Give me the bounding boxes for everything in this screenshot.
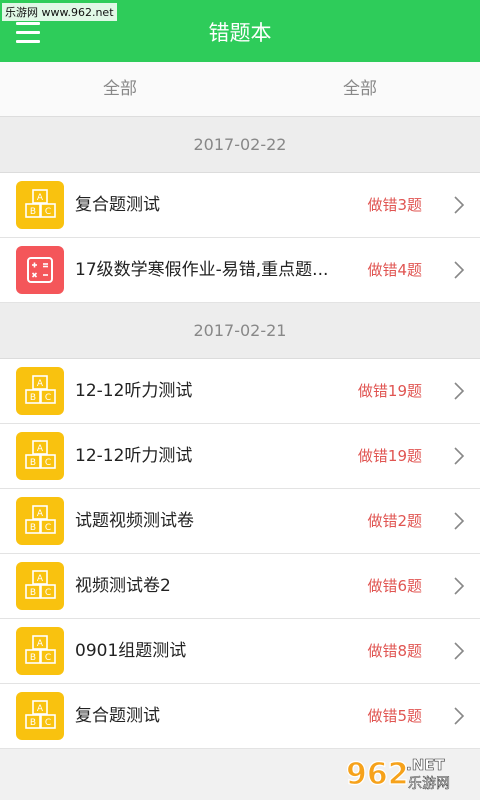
- wrong-count: 做错6题: [367, 577, 422, 595]
- item-title: 复合题测试: [75, 195, 160, 215]
- list-item[interactable]: A B C 12-12听力测试 做错19题: [0, 359, 480, 424]
- filter-bar: 全部 全部: [0, 62, 480, 117]
- svg-text:A: A: [37, 509, 44, 519]
- svg-text:C: C: [45, 458, 51, 468]
- wrong-count: 做错3题: [367, 196, 422, 214]
- date-header: 2017-02-22: [0, 117, 480, 173]
- list-item[interactable]: 17级数学寒假作业-易错,重点题... 做错4题: [0, 238, 480, 303]
- abc-blocks-icon: ABC: [16, 562, 64, 610]
- svg-text:A: A: [37, 379, 44, 389]
- svg-text:B: B: [30, 393, 36, 403]
- list-item[interactable]: A B C 0901组题测试 做错8题: [0, 619, 480, 684]
- list-item[interactable]: A B C 12-12听力测试 做错19题: [0, 424, 480, 489]
- svg-text:A: A: [37, 574, 44, 584]
- chevron-right-icon: [452, 380, 466, 402]
- svg-text:B: B: [30, 207, 36, 217]
- list-item[interactable]: A B C 视频测试卷2 做错6题: [0, 554, 480, 619]
- abc-blocks-icon: ABC: [16, 692, 64, 740]
- brand-logo: 962 .NET 乐游网: [345, 756, 450, 793]
- item-title: 17级数学寒假作业-易错,重点题...: [75, 260, 329, 280]
- svg-text:A: A: [37, 704, 44, 714]
- list-item[interactable]: A B C 试题视频测试卷 做错2题: [0, 489, 480, 554]
- brand-number: 962: [346, 757, 409, 792]
- svg-text:A: A: [37, 639, 44, 649]
- svg-text:C: C: [45, 393, 51, 403]
- svg-text:B: B: [30, 653, 36, 663]
- wrong-count: 做错19题: [357, 447, 422, 465]
- abc-blocks-icon: ABC: [16, 497, 64, 545]
- list-item[interactable]: A B C 复合题测试 做错5题: [0, 684, 480, 749]
- chevron-right-icon: [452, 194, 466, 216]
- item-title: 试题视频测试卷: [75, 511, 194, 531]
- wrong-count: 做错2题: [367, 512, 422, 530]
- chevron-right-icon: [452, 575, 466, 597]
- chevron-right-icon: [452, 259, 466, 281]
- brand-suffix: .NET: [406, 756, 445, 774]
- abc-blocks-icon: ABC: [16, 181, 64, 229]
- filter-subject[interactable]: 全部: [0, 62, 240, 116]
- brand-name: 乐游网: [408, 776, 450, 792]
- item-title: 0901组题测试: [75, 641, 187, 661]
- svg-text:A: A: [37, 193, 44, 203]
- chevron-right-icon: [452, 705, 466, 727]
- calculator-icon: [16, 246, 64, 294]
- filter-type[interactable]: 全部: [240, 62, 480, 116]
- svg-text:C: C: [45, 718, 51, 728]
- chevron-right-icon: [452, 510, 466, 532]
- item-title: 12-12听力测试: [75, 446, 193, 466]
- chevron-right-icon: [452, 640, 466, 662]
- wrong-count: 做错19题: [357, 382, 422, 400]
- abc-blocks-icon: ABC: [16, 432, 64, 480]
- site-watermark: 乐游网 www.962.net: [2, 3, 117, 21]
- item-title: 12-12听力测试: [75, 381, 193, 401]
- svg-text:C: C: [45, 588, 51, 598]
- abc-blocks-icon: ABC: [16, 627, 64, 675]
- svg-text:B: B: [30, 718, 36, 728]
- svg-text:C: C: [45, 207, 51, 217]
- svg-text:C: C: [45, 653, 51, 663]
- svg-text:B: B: [30, 588, 36, 598]
- mistake-list: 2017-02-22 A B C 复合题测试 做错3题 17级数学寒假作业-易错,重点题..…: [0, 117, 480, 749]
- wrong-count: 做错4题: [367, 261, 422, 279]
- item-title: 复合题测试: [75, 706, 160, 726]
- abc-blocks-icon: ABC: [16, 367, 64, 415]
- svg-text:A: A: [37, 444, 44, 454]
- wrong-count: 做错8题: [367, 642, 422, 660]
- list-item[interactable]: A B C 复合题测试 做错3题: [0, 173, 480, 238]
- page-title: 错题本: [208, 21, 272, 45]
- svg-text:C: C: [45, 523, 51, 533]
- wrong-count: 做错5题: [367, 707, 422, 725]
- chevron-right-icon: [452, 445, 466, 467]
- svg-text:B: B: [30, 458, 36, 468]
- date-header: 2017-02-21: [0, 303, 480, 359]
- item-title: 视频测试卷2: [75, 576, 171, 596]
- svg-text:B: B: [30, 523, 36, 533]
